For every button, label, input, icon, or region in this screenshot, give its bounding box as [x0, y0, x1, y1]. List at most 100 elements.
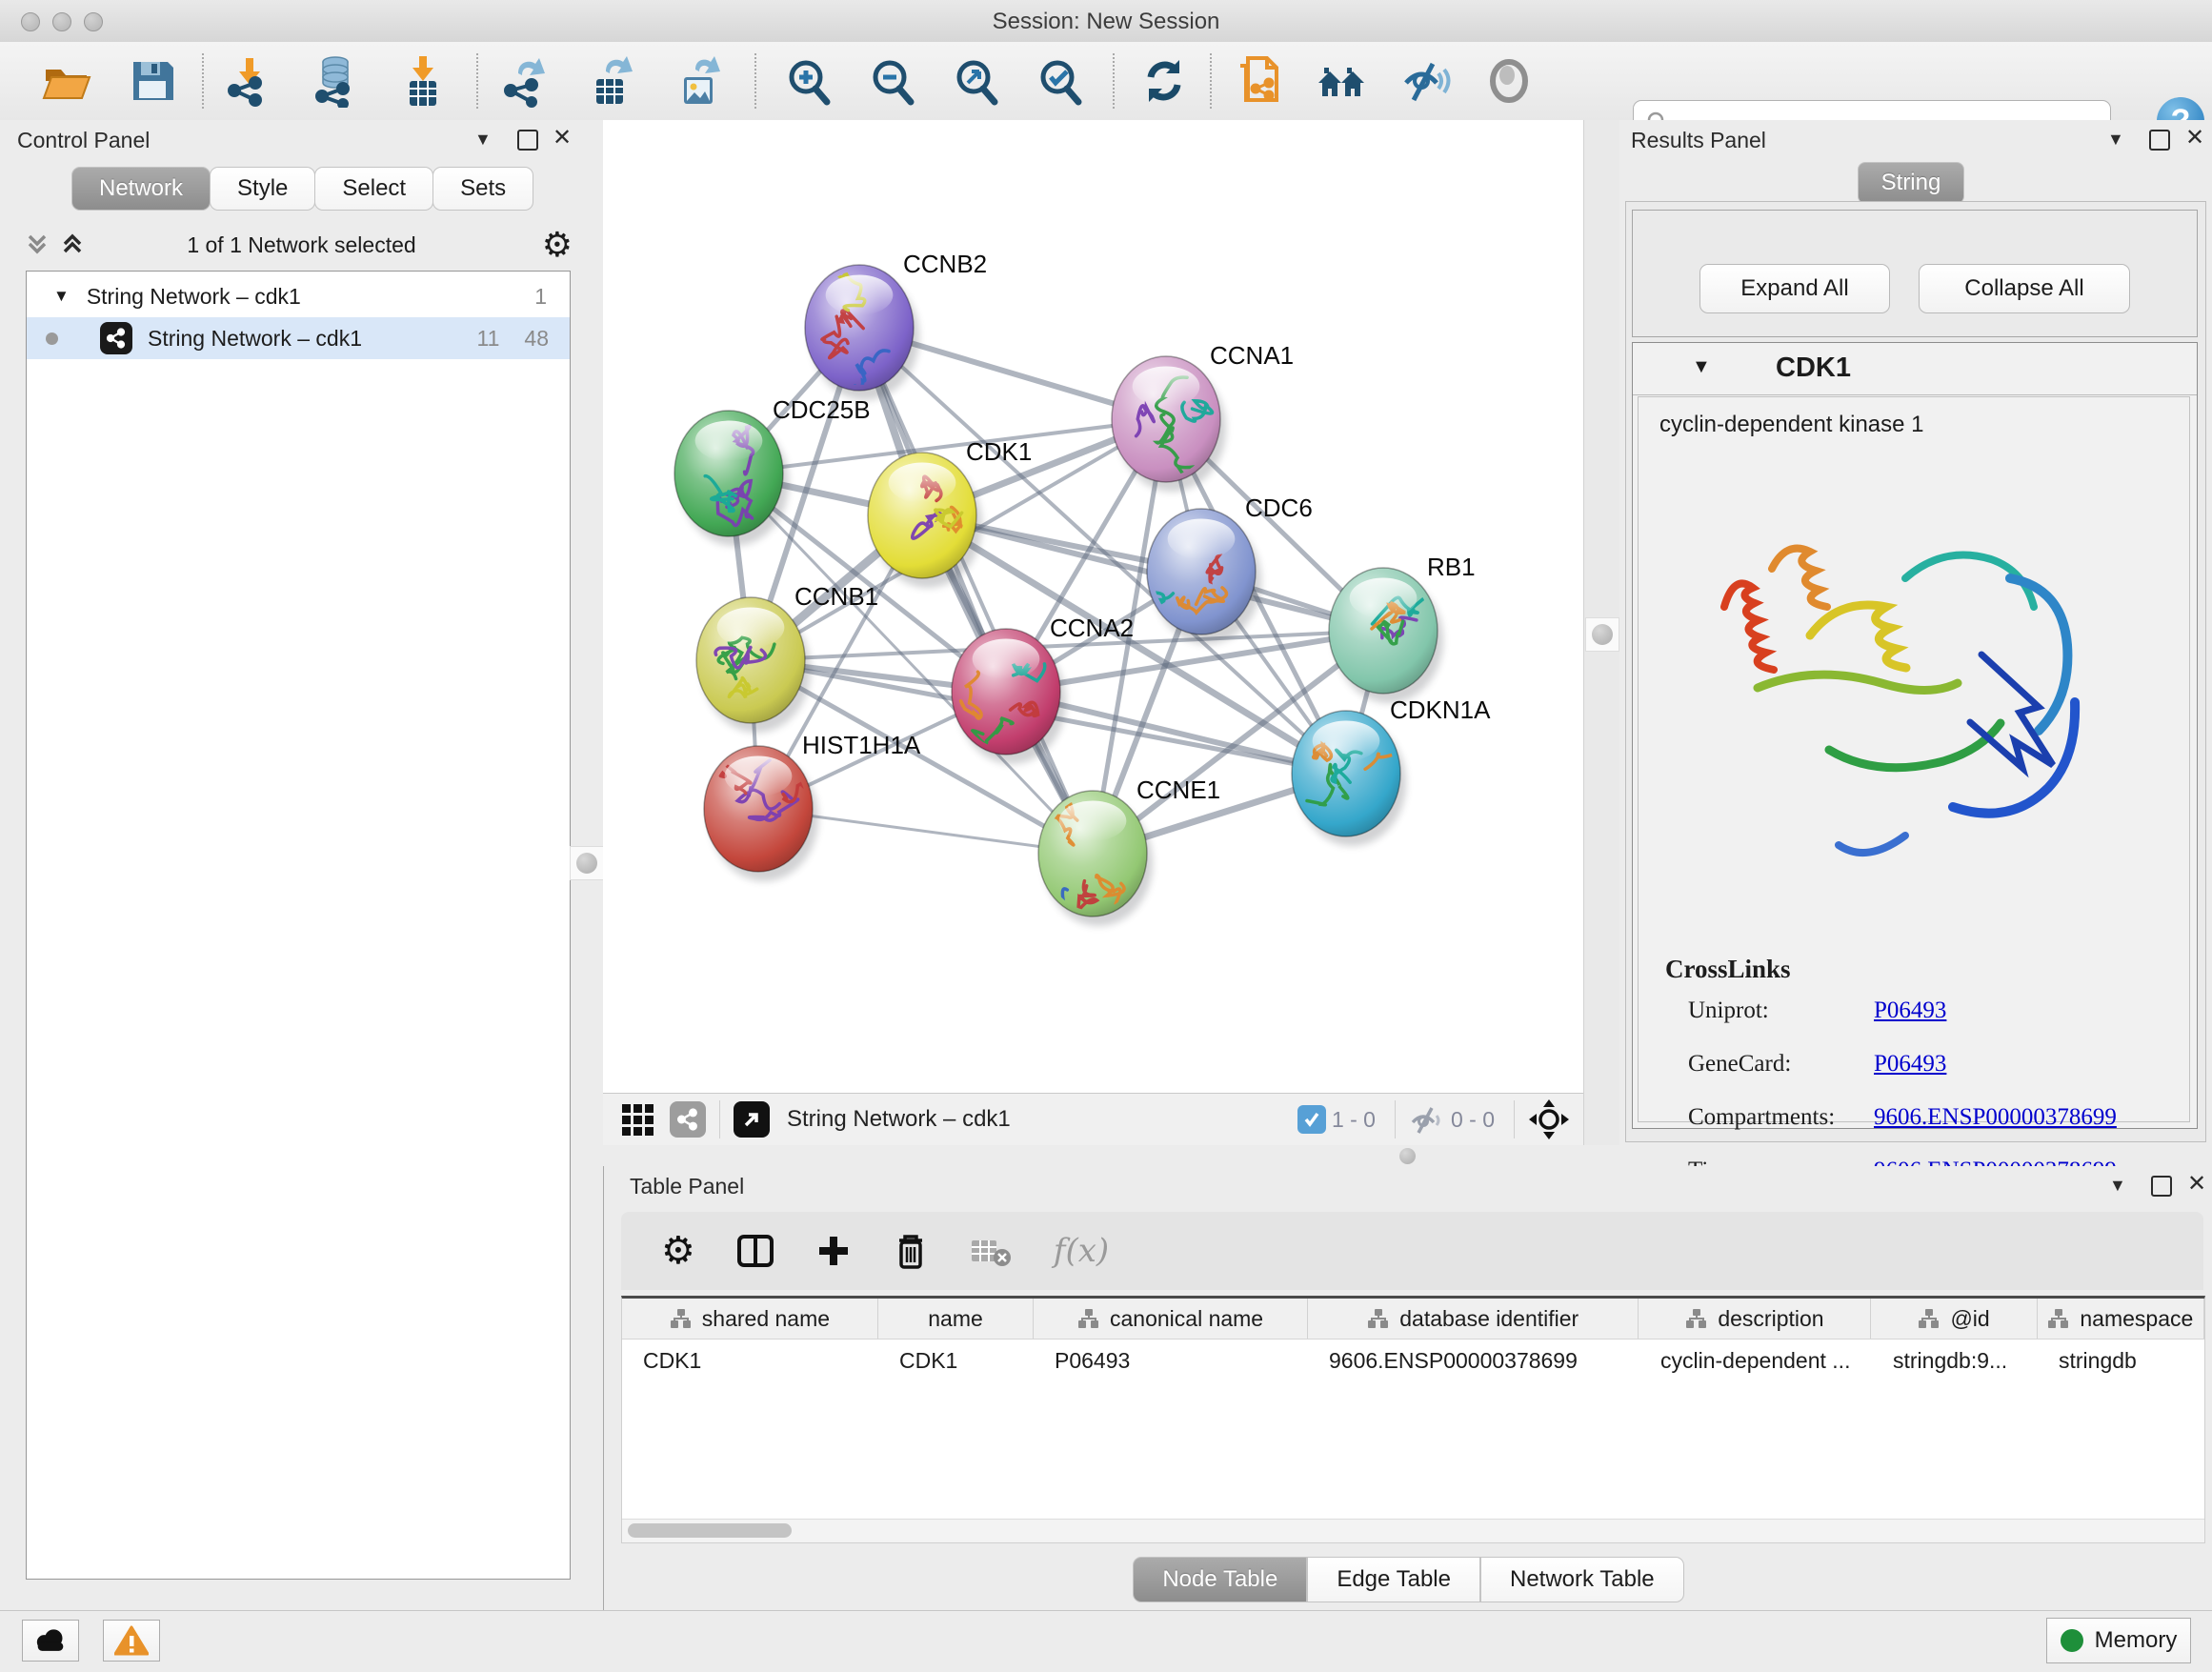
import-table-icon[interactable] — [396, 54, 450, 108]
crosslink-link[interactable]: P06493 — [1874, 997, 1946, 1024]
column-header-namespace[interactable]: namespace — [2038, 1299, 2204, 1339]
crosslink-link[interactable]: P06493 — [1874, 1051, 1946, 1078]
node-count: 11 — [477, 326, 500, 352]
column-header-canonical-name[interactable]: canonical name — [1034, 1299, 1308, 1339]
delete-column-icon[interactable] — [892, 1231, 930, 1271]
panel-menu-icon[interactable]: ▼ — [474, 130, 492, 150]
tab-network[interactable]: Network — [71, 167, 211, 211]
table-settings-gear-icon[interactable]: ⚙ — [661, 1229, 695, 1273]
column-header-shared-name[interactable]: shared name — [622, 1299, 878, 1339]
column-header--id[interactable]: @id — [1871, 1299, 2037, 1339]
vertical-splitter[interactable] — [1583, 120, 1621, 1145]
zoom-out-icon[interactable] — [865, 54, 918, 108]
bar-separator — [1514, 1100, 1515, 1138]
node-CDKN1A[interactable]: CDKN1A — [1292, 695, 1491, 846]
node-CCNE1[interactable]: CCNE1 — [1038, 776, 1220, 926]
node-CDC6[interactable]: CDC6 — [1134, 494, 1312, 644]
panel-menu-icon[interactable]: ▼ — [2107, 130, 2124, 150]
tab-sets[interactable]: Sets — [432, 167, 533, 211]
import-network-file-icon[interactable] — [223, 54, 276, 108]
panel-close-icon[interactable]: ✕ — [553, 130, 572, 147]
expand-all-button[interactable]: Expand All — [1699, 264, 1890, 313]
hide-graphics-icon[interactable] — [1398, 54, 1452, 108]
node-RB1[interactable]: RB1 — [1329, 553, 1476, 703]
node-CDC25B[interactable]: CDC25B — [674, 395, 871, 546]
detach-view-icon[interactable] — [734, 1101, 770, 1138]
selected-nodes-edges-count: 1 - 0 — [1332, 1107, 1376, 1133]
table-cell[interactable]: P06493 — [1034, 1340, 1308, 1381]
expand-collapse-box: Expand All Collapse All — [1632, 210, 2198, 337]
splitter-handle[interactable] — [1585, 617, 1619, 652]
panel-close-icon[interactable]: ✕ — [2185, 130, 2204, 147]
zoom-in-icon[interactable] — [781, 54, 835, 108]
tab-string[interactable]: String — [1858, 162, 1964, 204]
network-badge-icon[interactable] — [670, 1101, 706, 1138]
panel-close-icon[interactable]: ✕ — [2187, 1176, 2206, 1193]
table-cell[interactable]: cyclin-dependent ... — [1639, 1340, 1872, 1381]
network-document-icon[interactable] — [1231, 54, 1284, 108]
delete-table-icon[interactable] — [970, 1233, 1014, 1269]
node-CCNB2[interactable]: CCNB2 — [805, 250, 987, 400]
network-view[interactable]: CCNB2CCNA1CDC25BCDK1CDC6RB1CCNB1CCNA2CDK… — [603, 120, 1583, 1145]
node-label-CCNA1: CCNA1 — [1210, 341, 1294, 370]
zoom-selected-icon[interactable] — [1033, 54, 1086, 108]
export-table-icon[interactable] — [585, 54, 638, 108]
tab-edge-table[interactable]: Edge Table — [1307, 1557, 1480, 1602]
show-graphics-icon[interactable] — [1482, 54, 1536, 108]
network-collection-row[interactable]: ▼ String Network – cdk1 1 — [27, 275, 570, 317]
cloud-button[interactable] — [22, 1620, 79, 1662]
export-image-icon[interactable] — [673, 54, 726, 108]
gene-section-header[interactable]: ▼ CDK1 — [1633, 343, 2197, 395]
first-neighbors-icon[interactable] — [1315, 54, 1368, 108]
tab-style[interactable]: Style — [210, 167, 315, 211]
collapse-all-button[interactable]: Collapse All — [1919, 264, 2130, 313]
tab-network-table[interactable]: Network Table — [1480, 1557, 1684, 1602]
network-canvas[interactable]: CCNB2CCNA1CDC25BCDK1CDC6RB1CCNB1CCNA2CDK… — [603, 120, 1583, 1094]
panel-float-icon[interactable] — [2149, 130, 2170, 151]
add-column-icon[interactable] — [815, 1233, 852, 1269]
table-header-row: shared namenamecanonical namedatabase id… — [622, 1299, 2204, 1340]
tab-node-table[interactable]: Node Table — [1133, 1557, 1307, 1602]
table-cell[interactable]: stringdb:9... — [1872, 1340, 2038, 1381]
memory-button[interactable]: Memory — [2046, 1618, 2191, 1663]
save-session-icon[interactable] — [126, 54, 179, 108]
function-builder-icon[interactable]: f(x) — [1054, 1232, 1109, 1270]
panel-menu-icon[interactable]: ▼ — [2109, 1176, 2126, 1196]
selected-checkbox-icon[interactable] — [1297, 1105, 1326, 1134]
table-cell[interactable]: CDK1 — [878, 1340, 1034, 1381]
export-network-icon[interactable] — [499, 54, 553, 108]
tree-expand-icon[interactable]: ▼ — [53, 287, 70, 306]
table-cell[interactable]: 9606.ENSP00000378699 — [1308, 1340, 1639, 1381]
import-network-database-icon[interactable] — [309, 54, 362, 108]
column-header-database-identifier[interactable]: database identifier — [1308, 1299, 1639, 1339]
edge-CCNB2-CCNE1[interactable] — [859, 328, 1093, 854]
node-table[interactable]: shared namenamecanonical namedatabase id… — [621, 1296, 2205, 1543]
warnings-button[interactable] — [103, 1620, 160, 1662]
node-HIST1H1A[interactable]: HIST1H1A — [704, 731, 921, 881]
table-row[interactable]: CDK1CDK1P064939606.ENSP00000378699cyclin… — [622, 1340, 2204, 1381]
panel-float-icon[interactable] — [517, 130, 538, 151]
show-columns-icon[interactable] — [735, 1231, 775, 1271]
horizontal-scrollbar[interactable] — [622, 1519, 2204, 1542]
scrollbar-thumb[interactable] — [628, 1523, 792, 1538]
table-cell[interactable]: stringdb — [2038, 1340, 2204, 1381]
gear-icon[interactable]: ⚙ — [542, 225, 573, 265]
network-row-selected[interactable]: String Network – cdk1 11 48 — [27, 317, 570, 359]
splitter-handle[interactable] — [1399, 1148, 1416, 1164]
table-cell[interactable]: CDK1 — [622, 1340, 878, 1381]
section-collapse-icon[interactable]: ▼ — [1692, 356, 1711, 378]
zoom-fit-icon[interactable] — [949, 54, 1002, 108]
hidden-eye-icon[interactable] — [1409, 1103, 1445, 1136]
column-header-name[interactable]: name — [878, 1299, 1034, 1339]
panel-float-icon[interactable] — [2151, 1176, 2172, 1197]
open-session-icon[interactable] — [40, 54, 93, 108]
node-CCNA2[interactable]: CCNA2 — [952, 614, 1134, 764]
birdseye-crosshair-icon[interactable] — [1528, 1098, 1570, 1140]
crosslink-link[interactable]: 9606.ENSP00000378699 — [1874, 1104, 2117, 1131]
tab-select[interactable]: Select — [314, 167, 433, 211]
refresh-icon[interactable] — [1137, 54, 1191, 108]
node-CCNA1[interactable]: CCNA1 — [1112, 341, 1294, 492]
column-header-description[interactable]: description — [1639, 1299, 1871, 1339]
splitter-handle[interactable] — [570, 846, 604, 880]
grid-view-icon[interactable] — [618, 1100, 656, 1138]
